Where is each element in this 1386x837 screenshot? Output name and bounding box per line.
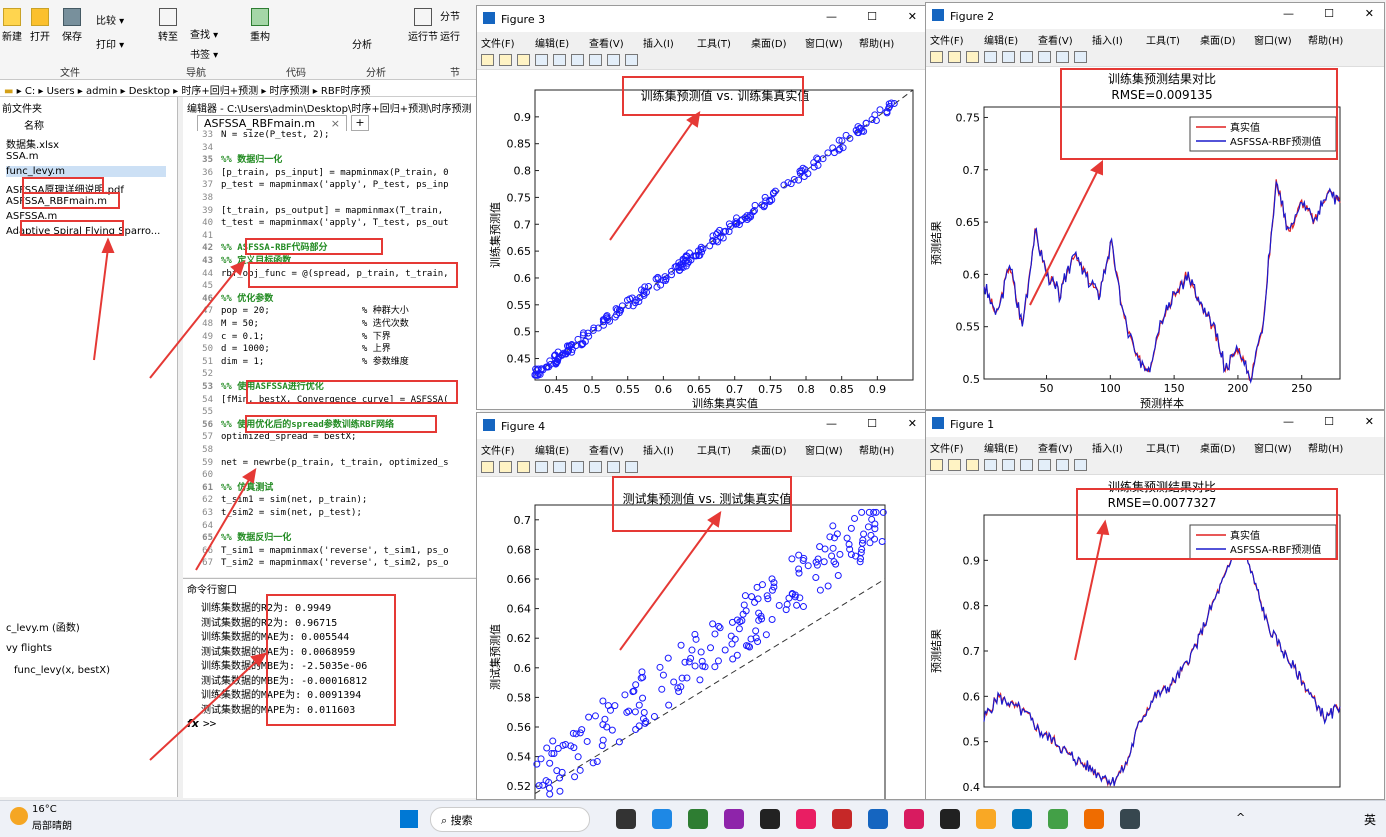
app-icon[interactable]: [832, 809, 852, 829]
tray-chevron-icon[interactable]: ^: [1236, 811, 1245, 824]
matlab-taskbar-icon[interactable]: [868, 809, 888, 829]
firefox-icon[interactable]: [1084, 809, 1104, 829]
annotation-arrows: [93, 110, 1110, 761]
weather-desc[interactable]: 局部晴朗: [32, 817, 72, 832]
search-icon: ⌕: [441, 814, 448, 827]
search-box[interactable]: ⌕ 搜索: [430, 807, 590, 832]
app-icon[interactable]: [796, 809, 816, 829]
weather-icon[interactable]: [10, 807, 28, 825]
app-icon[interactable]: [688, 809, 708, 829]
app-icon[interactable]: [760, 809, 780, 829]
folder-icon[interactable]: [976, 809, 996, 829]
app-icon[interactable]: [1120, 809, 1140, 829]
wechat-icon[interactable]: [1048, 809, 1068, 829]
edge-icon[interactable]: [1012, 809, 1032, 829]
taskbar: 16°C 局部晴朗 ⌕ 搜索 ^ 英: [0, 800, 1386, 837]
mail-icon[interactable]: [652, 809, 672, 829]
weather-temp[interactable]: 16°C: [32, 804, 57, 815]
pycharm-icon[interactable]: [940, 809, 960, 829]
start-icon[interactable]: [400, 810, 418, 828]
app-icon[interactable]: [724, 809, 744, 829]
task-view-icon[interactable]: [616, 809, 636, 829]
ime-indicator[interactable]: 英: [1364, 811, 1376, 828]
app-icon[interactable]: [904, 809, 924, 829]
